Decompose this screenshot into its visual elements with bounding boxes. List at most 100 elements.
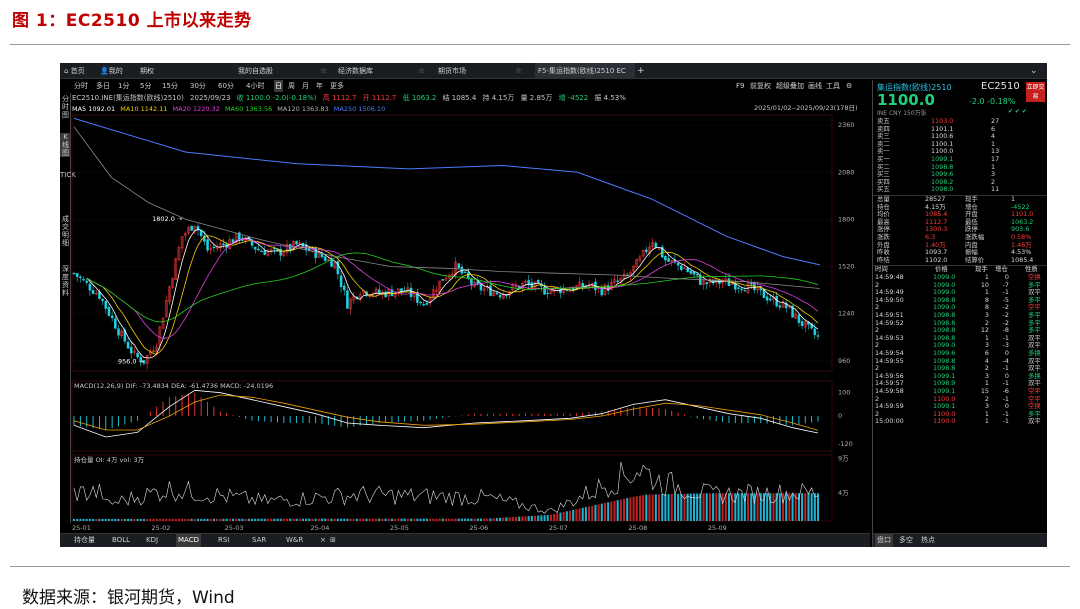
oi-bar	[375, 518, 378, 521]
candle-body	[769, 298, 772, 301]
oi-bar	[413, 518, 416, 521]
oi-bar	[333, 518, 336, 521]
oi-bar	[203, 518, 206, 521]
oi-bar	[273, 518, 276, 521]
candle-body	[527, 280, 530, 285]
oi-bar	[708, 493, 711, 521]
y-tick-label: 1520	[838, 263, 855, 271]
ma10-line	[86, 235, 819, 355]
indicator-tab-6[interactable]: W&R	[284, 534, 305, 547]
oi-bar	[810, 493, 813, 521]
y-tick-label: 2360	[838, 121, 855, 129]
oi-bar	[540, 515, 543, 521]
oi-bar	[533, 515, 537, 521]
chevron-down-icon[interactable]: ⌄	[1030, 63, 1038, 79]
candle-body	[126, 341, 130, 349]
oi-bar	[101, 518, 104, 521]
oi-bar	[228, 518, 231, 521]
panel-tab-0[interactable]: 盘口	[875, 534, 893, 547]
oi-bar	[661, 494, 664, 521]
indicator-tab-3[interactable]: MACD	[176, 534, 201, 547]
oi-bar	[168, 518, 171, 521]
oi-bar	[314, 518, 317, 521]
candle-body	[425, 302, 429, 305]
oi-bar	[200, 518, 203, 521]
indicator-tab-7[interactable]: ×	[318, 534, 328, 547]
indicator-tab-0[interactable]: 持仓量	[72, 534, 97, 547]
candle-body	[457, 263, 460, 269]
candle-body	[689, 270, 693, 274]
candle-body	[737, 287, 740, 289]
oi-bar	[591, 505, 594, 521]
change-pct: -0.18%	[987, 97, 1016, 106]
trade-time: 14:59:58	[875, 387, 904, 395]
ma120-line	[73, 126, 820, 289]
oi-bar	[165, 518, 168, 521]
oi-bar	[756, 493, 759, 521]
oi-bar	[346, 518, 349, 521]
candle-body	[489, 285, 492, 296]
candle-body	[199, 230, 203, 237]
x-tick-label: 25-06	[469, 524, 488, 532]
oi-bar	[308, 518, 311, 521]
oi-bar	[301, 518, 304, 521]
oi-bar	[251, 518, 254, 521]
candle-body	[740, 288, 743, 291]
oi-bar	[320, 518, 324, 521]
oi-bar	[127, 518, 130, 521]
kline-chart[interactable]: 960 1240 1520 1800 2080 2360 1802.0 ➝ 956.0 ➝ 20…	[60, 63, 870, 533]
oi-bar	[457, 518, 460, 521]
oi-bar	[397, 518, 400, 521]
indicator-tab-5[interactable]: SAR	[250, 534, 268, 547]
oi-bar	[85, 518, 88, 521]
oi-bar	[387, 518, 390, 521]
oi-bar	[648, 494, 651, 521]
price-annotation: 1802.0 ➝	[152, 215, 183, 223]
oi-bar	[263, 518, 266, 521]
oi-bar	[654, 494, 657, 521]
oi-bar	[317, 518, 320, 521]
panel-tab-2[interactable]: 热点	[919, 534, 937, 547]
oi-bar	[546, 514, 549, 521]
instrument-sub-info: INE CNY 150万张	[877, 110, 927, 117]
oi-bar	[177, 518, 180, 521]
oi-bar	[476, 518, 479, 521]
indicator-tab-1[interactable]: BOLL	[110, 534, 132, 547]
oi-bar	[712, 493, 715, 521]
oi-bar	[336, 518, 339, 521]
indicator-tab-4[interactable]: RSI	[216, 534, 231, 547]
oi-bar	[677, 493, 680, 521]
candle-body	[463, 271, 467, 273]
oi-bar	[673, 493, 676, 521]
indicator-tab-2[interactable]: KDJ	[144, 534, 160, 547]
oi-bar	[537, 515, 540, 521]
oi-bar	[813, 493, 816, 521]
panel-tab-1[interactable]: 多空	[897, 534, 915, 547]
candle-body	[743, 290, 747, 292]
oi-bar	[778, 493, 781, 521]
oi-bar	[371, 518, 374, 521]
oi-bar	[454, 518, 457, 521]
oi-bar	[588, 506, 591, 521]
oi-bar	[511, 517, 514, 521]
oi-bar	[686, 493, 689, 521]
indicator-tab-8[interactable]: ⊞	[328, 534, 338, 547]
oi-bar	[435, 518, 438, 521]
oi-bar	[667, 494, 670, 521]
candle-body	[323, 256, 327, 262]
oi-bar	[727, 493, 731, 521]
oi-bar	[785, 493, 788, 521]
orderbook-price: 1098.0	[931, 185, 954, 194]
oi-bar	[444, 518, 448, 521]
candle-body	[765, 296, 769, 301]
trade-now-button[interactable]: 立即交易	[1026, 82, 1045, 102]
oi-bar	[193, 518, 196, 521]
oi-bar	[616, 500, 619, 521]
candle-body	[190, 225, 193, 231]
macd-tick-label: 0	[838, 412, 842, 420]
candle-body	[797, 314, 801, 323]
oi-bar	[181, 518, 184, 521]
oi-bar	[247, 518, 250, 521]
oi-bar	[464, 518, 467, 521]
figure-source: 数据来源：银河期货，Wind	[22, 588, 235, 608]
